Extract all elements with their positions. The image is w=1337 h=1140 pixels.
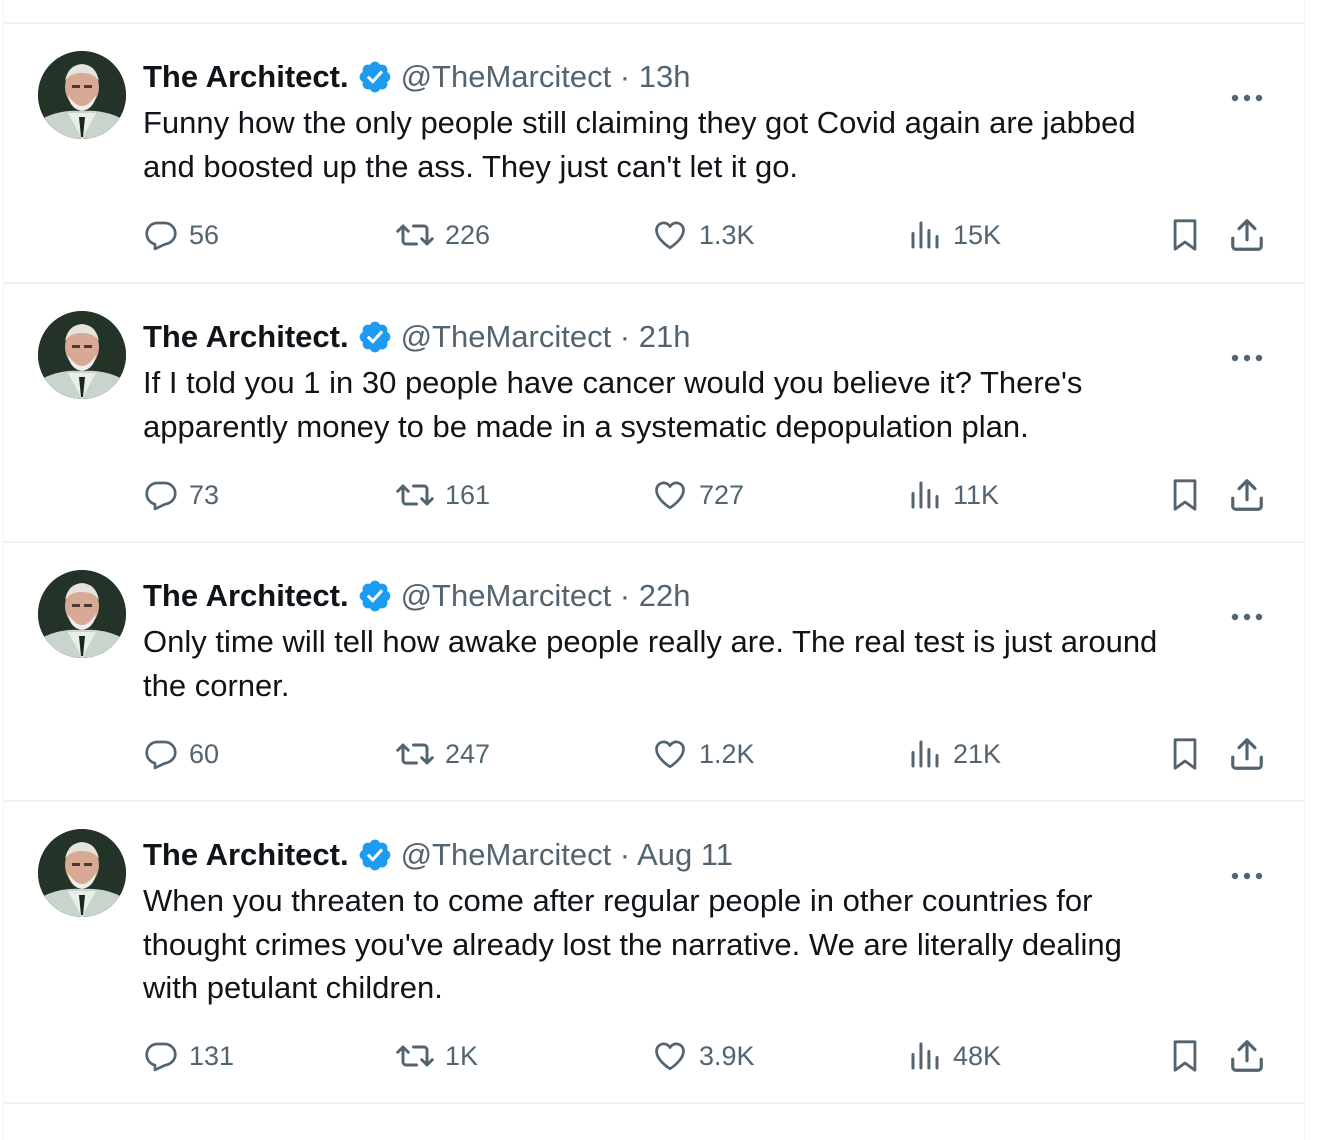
like-button[interactable]: 3.9K: [651, 1034, 755, 1078]
handle-and-timestamp[interactable]: @TheMarcitect · 13h: [401, 59, 691, 95]
heart-icon: [655, 740, 685, 769]
retweet-count: 1K: [445, 1040, 479, 1071]
views-count: 15K: [953, 219, 1002, 250]
reply-icon: [145, 740, 177, 770]
retweet-icon: [396, 1045, 434, 1067]
tweet-feed: The Architect. @TheMarcitect · 13h Funny…: [3, 0, 1305, 1140]
bookmark-icon: [1173, 219, 1197, 251]
views-count: 21K: [953, 738, 1002, 769]
display-name[interactable]: The Architect.: [143, 319, 349, 355]
handle-and-timestamp[interactable]: @TheMarcitect · Aug 11: [401, 837, 733, 873]
tweet-header: The Architect. @TheMarcitect · Aug 11: [143, 835, 1224, 875]
avatar[interactable]: [38, 311, 126, 399]
avatar[interactable]: [38, 570, 126, 658]
retweet-button[interactable]: 226: [395, 213, 490, 257]
tweet-text: If I told you 1 in 30 people have cancer…: [143, 365, 1083, 444]
like-count: 3.9K: [699, 1040, 755, 1071]
bookmark-button[interactable]: [1168, 732, 1202, 776]
handle-and-timestamp[interactable]: @TheMarcitect · 21h: [401, 319, 691, 355]
like-button[interactable]: 727: [651, 473, 744, 517]
retweet-count: 226: [445, 219, 491, 250]
retweet-icon: [396, 484, 434, 506]
like-button[interactable]: 1.3K: [651, 213, 755, 257]
reply-icon: [145, 481, 177, 511]
reply-button[interactable]: 73: [143, 473, 219, 517]
reply-button[interactable]: 56: [143, 213, 219, 257]
avatar[interactable]: [38, 51, 126, 139]
views-button[interactable]: 11K: [907, 473, 999, 517]
verified-badge-icon: [359, 580, 390, 612]
tweet-actions: 73 161 727 11K: [143, 473, 1266, 517]
views-icon: [911, 221, 939, 249]
verified-badge-icon: [359, 61, 390, 93]
like-button[interactable]: 1.2K: [651, 732, 755, 776]
reply-button[interactable]: 131: [143, 1034, 234, 1078]
views-icon: [911, 1042, 939, 1070]
tweet-actions: 56 226 1.3K 15K: [143, 213, 1266, 257]
tweet[interactable]: The Architect. @TheMarcitect · 21h If I …: [4, 284, 1304, 541]
retweet-icon: [396, 743, 434, 765]
retweet-button[interactable]: 161: [395, 473, 490, 517]
avatar[interactable]: [38, 829, 126, 917]
like-count: 727: [699, 479, 745, 510]
bookmark-button[interactable]: [1168, 213, 1202, 257]
bookmark-icon: [1173, 738, 1197, 770]
reply-count: 131: [189, 1040, 235, 1071]
tweet[interactable]: The Architect. @TheMarcitect · Aug 11 Wh…: [4, 802, 1304, 1102]
retweet-button[interactable]: 1K: [395, 1034, 478, 1078]
views-button[interactable]: 21K: [907, 732, 1001, 776]
like-count: 1.2K: [699, 738, 755, 769]
share-button[interactable]: [1228, 732, 1266, 776]
tweet[interactable]: The Architect. @TheMarcitect · 13h Funny…: [4, 24, 1304, 282]
verified-badge-icon: [359, 839, 390, 871]
reply-button[interactable]: 60: [143, 732, 219, 776]
tweet-header: The Architect. @TheMarcitect · 13h: [143, 57, 1224, 97]
reply-count: 60: [189, 738, 220, 769]
share-button[interactable]: [1228, 213, 1266, 257]
tweet-header: The Architect. @TheMarcitect · 22h: [143, 576, 1224, 616]
bookmark-icon: [1173, 1040, 1197, 1072]
handle-and-timestamp[interactable]: @TheMarcitect · 22h: [401, 578, 691, 614]
reply-icon: [145, 1042, 177, 1072]
display-name[interactable]: The Architect.: [143, 837, 349, 873]
reply-count: 73: [189, 479, 220, 510]
bookmark-button[interactable]: [1168, 473, 1202, 517]
tweet-actions: 131 1K 3.9K 48K: [143, 1034, 1266, 1078]
like-count: 1.3K: [699, 219, 755, 250]
bookmark-button[interactable]: [1168, 1034, 1202, 1078]
tweet[interactable]: The Architect. @TheMarcitect · 22h Only …: [4, 543, 1304, 800]
reply-count: 56: [189, 219, 220, 250]
tweet-divider: [4, 1102, 1304, 1104]
share-button[interactable]: [1228, 1034, 1266, 1078]
share-icon: [1231, 479, 1263, 511]
views-count: 11K: [953, 479, 1000, 510]
retweet-button[interactable]: 247: [395, 732, 490, 776]
bookmark-icon: [1173, 479, 1197, 511]
views-icon: [911, 481, 939, 509]
views-count: 48K: [953, 1040, 1002, 1071]
retweet-count: 161: [445, 479, 491, 510]
heart-icon: [655, 481, 685, 510]
tweet-actions: 60 247 1.2K 21K: [143, 732, 1266, 776]
tweet-text: Funny how the only people still claiming…: [143, 105, 1136, 184]
reply-icon: [145, 221, 177, 251]
tweet-text: Only time will tell how awake people rea…: [143, 624, 1158, 703]
tweet-text: When you threaten to come after regular …: [143, 883, 1122, 1005]
share-button[interactable]: [1228, 473, 1266, 517]
display-name[interactable]: The Architect.: [143, 578, 349, 614]
views-icon: [911, 740, 939, 768]
heart-icon: [655, 221, 685, 250]
verified-badge-icon: [359, 321, 390, 353]
views-button[interactable]: 48K: [907, 1034, 1001, 1078]
share-icon: [1231, 219, 1263, 251]
tweet-header: The Architect. @TheMarcitect · 21h: [143, 317, 1224, 357]
heart-icon: [655, 1042, 685, 1071]
retweet-icon: [396, 224, 434, 246]
share-icon: [1231, 738, 1263, 770]
display-name[interactable]: The Architect.: [143, 59, 349, 95]
retweet-count: 247: [445, 738, 491, 769]
views-button[interactable]: 15K: [907, 213, 1001, 257]
share-icon: [1231, 1040, 1263, 1072]
